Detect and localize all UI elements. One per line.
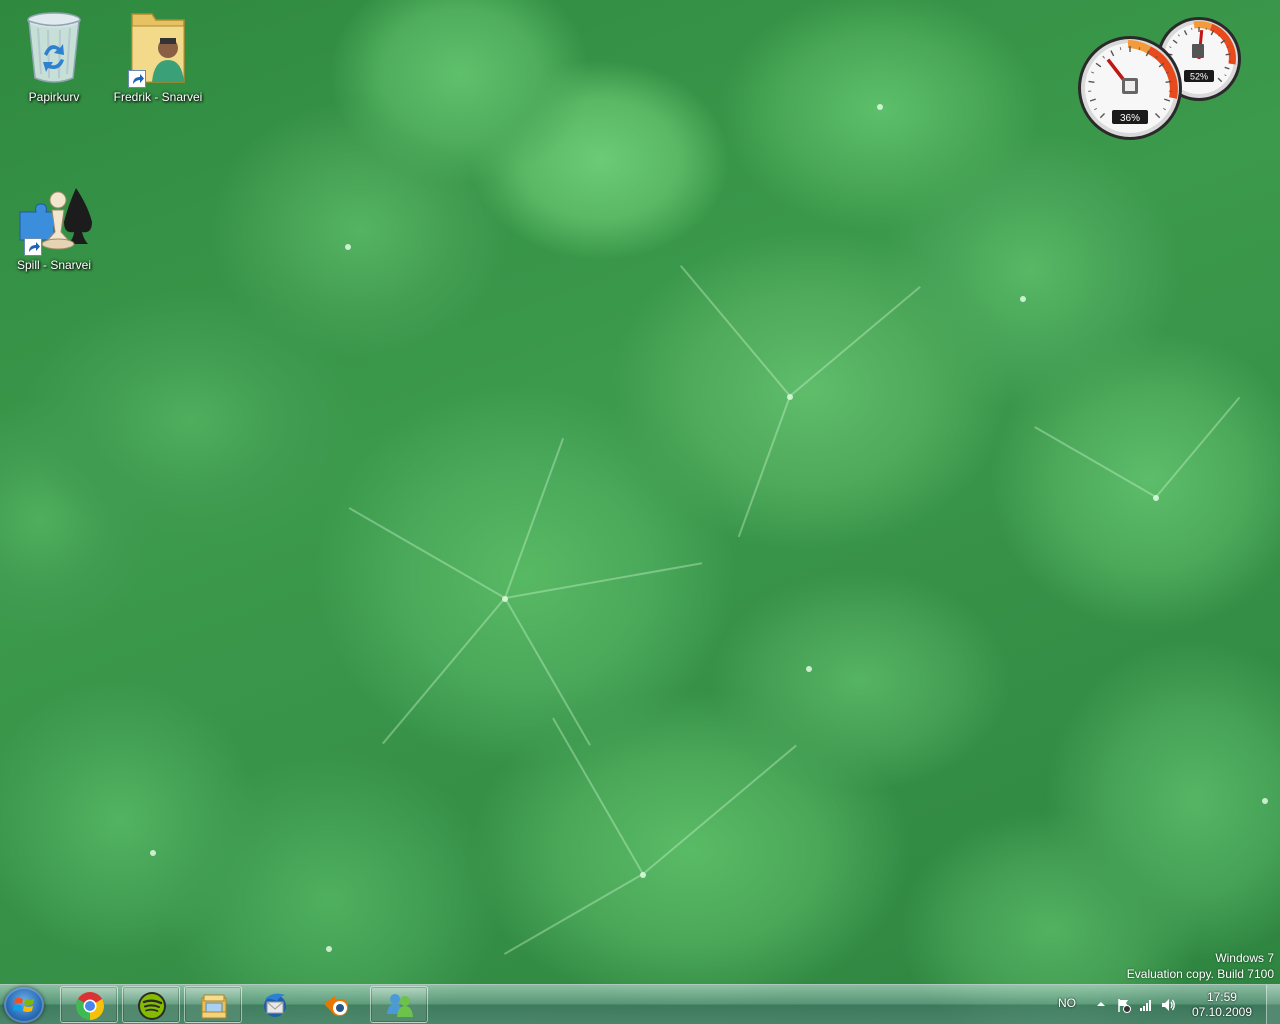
explorer-icon xyxy=(201,994,227,1019)
show-hidden-icons-icon[interactable] xyxy=(1096,999,1106,1009)
desktop-icon-label: Papirkurv xyxy=(28,90,80,104)
cpu-gauge: 36% xyxy=(1078,36,1182,140)
leaf-vein xyxy=(552,717,644,875)
system-tray: NO 17:59 07.10.2009 xyxy=(1050,985,1280,1024)
recycle-bin-shortcut[interactable]: Papirkurv xyxy=(6,2,102,104)
evaluation-watermark: Windows 7 Evaluation copy. Build 7100 xyxy=(1127,950,1274,982)
leaf-vein xyxy=(642,744,797,875)
leaf-center xyxy=(345,244,351,250)
gauge-tick xyxy=(1165,80,1172,84)
recycle-bin-icon xyxy=(22,8,86,88)
desktop-icon-label: Fredrik - Snarvei xyxy=(113,90,203,104)
shortcut-arrow-icon xyxy=(24,238,42,256)
leaf-center xyxy=(787,394,793,400)
cpu-percent-label: 36% xyxy=(1120,113,1140,124)
leaf-vein xyxy=(503,873,644,955)
games-icon xyxy=(19,182,92,262)
taskbar-messenger-button[interactable] xyxy=(370,986,428,1023)
watermark-line-build: Evaluation copy. Build 7100 xyxy=(1126,967,1274,981)
leaf-center xyxy=(806,666,812,672)
taskbar-spotify-button[interactable] xyxy=(122,986,180,1023)
start-button[interactable] xyxy=(4,987,44,1023)
leaf-vein xyxy=(1155,396,1241,498)
clock-date: 07.10.2009 xyxy=(1191,1005,1252,1019)
desktop-background[interactable]: Papirkurv Fredrik - Snarvei Spill - Snar… xyxy=(0,0,1280,1024)
blender-icon xyxy=(325,996,349,1017)
leaf-center xyxy=(1153,495,1159,501)
language-indicator[interactable]: NO xyxy=(1058,996,1076,1010)
gauge-tick xyxy=(1225,53,1231,56)
leaf-vein xyxy=(737,395,791,538)
taskbar-thunderbird-button[interactable] xyxy=(246,986,304,1023)
leaf-center xyxy=(150,850,156,856)
show-desktop-button[interactable] xyxy=(1266,985,1280,1024)
leaf-vein xyxy=(382,597,506,745)
messenger-icon xyxy=(387,994,413,1017)
taskbar-chrome-button[interactable] xyxy=(60,986,118,1023)
volume-icon[interactable] xyxy=(1160,997,1176,1013)
cpu-meter-gadget[interactable]: 52% 36% xyxy=(1072,14,1252,146)
chrome-icon xyxy=(76,992,104,1020)
leaf-vein xyxy=(679,265,791,397)
memory-percent-label: 52% xyxy=(1190,72,1208,82)
leaf-vein xyxy=(504,437,565,599)
games-shortcut[interactable]: Spill - Snarvei xyxy=(6,176,102,272)
user-folder-icon xyxy=(126,8,190,88)
leaf-center xyxy=(640,872,646,878)
taskbar-clock[interactable]: 17:59 07.10.2009 xyxy=(1192,990,1252,1020)
gauge-tick xyxy=(1088,80,1095,84)
watermark-line-os: Windows 7 xyxy=(1215,951,1274,965)
leaf-center xyxy=(877,104,883,110)
thunderbird-icon xyxy=(264,993,286,1017)
taskbar-explorer-button[interactable] xyxy=(184,986,242,1023)
leaf-vein xyxy=(789,285,921,397)
start-orb-icon xyxy=(13,998,34,1012)
leaf-vein xyxy=(504,562,703,599)
taskbar-blender-button[interactable] xyxy=(308,986,366,1023)
leaf-vein xyxy=(1034,426,1157,498)
leaf-vein xyxy=(348,507,506,599)
clock-time: 17:59 xyxy=(1206,990,1237,1004)
leaf-center xyxy=(502,596,508,602)
leaf-vein xyxy=(504,597,591,746)
spotify-icon xyxy=(138,992,166,1020)
shortcut-arrow-icon xyxy=(128,70,146,88)
network-signal-icon[interactable] xyxy=(1138,997,1154,1013)
leaf-center xyxy=(1262,798,1268,804)
leaf-center xyxy=(326,946,332,952)
leaf-center xyxy=(1020,296,1026,302)
action-center-flag-icon[interactable] xyxy=(1116,997,1132,1013)
user-folder-shortcut[interactable]: Fredrik - Snarvei xyxy=(110,2,206,104)
taskbar: NO 17:59 07.10.2009 xyxy=(0,984,1280,1024)
